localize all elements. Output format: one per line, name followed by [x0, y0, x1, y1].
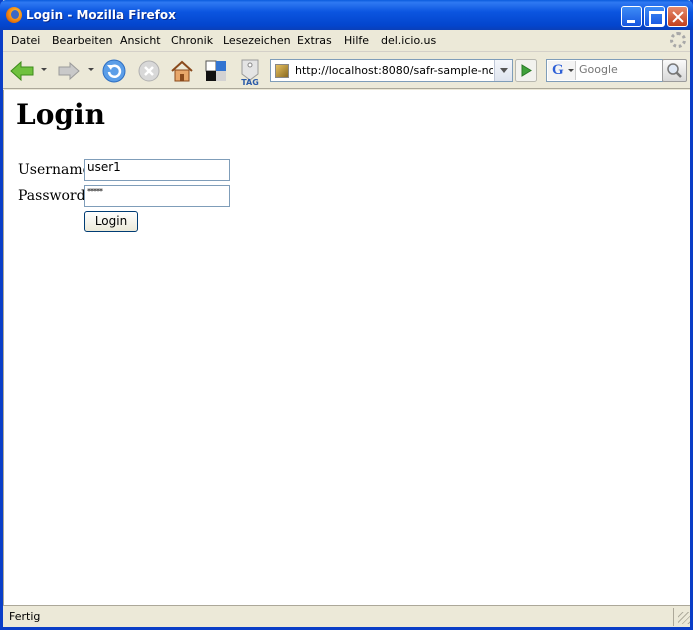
window-title: Login - Mozilla Firefox	[26, 8, 176, 22]
menu-bar: Datei Bearbeiten Ansicht Chronik Lesezei…	[3, 30, 690, 52]
password-label: Password	[18, 188, 86, 204]
back-history-dropdown-icon[interactable]	[41, 68, 47, 71]
resize-grip-icon[interactable]	[678, 612, 690, 624]
forward-icon[interactable]	[57, 59, 81, 83]
menu-lesezeichen[interactable]: Lesezeichen	[223, 34, 291, 47]
tag-icon[interactable]: TAG	[237, 58, 263, 86]
chevron-down-icon	[568, 69, 574, 72]
status-divider	[673, 608, 674, 626]
login-button[interactable]: Login	[84, 211, 138, 232]
menu-datei[interactable]: Datei	[11, 34, 40, 47]
back-icon[interactable]	[9, 58, 35, 84]
delicious-icon[interactable]	[205, 60, 227, 82]
menu-bearbeiten[interactable]: Bearbeiten	[52, 34, 112, 47]
url-bar[interactable]: http://localhost:8080/safr-sample-notebo…	[270, 59, 513, 82]
browser-window: Login - Mozilla Firefox Datei Bearbeiten…	[0, 0, 693, 630]
menu-delicious[interactable]: del.icio.us	[381, 34, 436, 47]
reload-icon[interactable]	[101, 58, 127, 84]
password-field[interactable]: *****	[84, 185, 230, 207]
forward-history-dropdown-icon[interactable]	[88, 68, 94, 71]
navigation-toolbar: TAG http://localhost:8080/safr-sample-no…	[3, 53, 690, 89]
username-field[interactable]: user1	[84, 159, 230, 181]
menu-chronik[interactable]: Chronik	[171, 34, 213, 47]
search-button[interactable]	[662, 59, 687, 82]
menu-extras[interactable]: Extras	[297, 34, 332, 47]
username-label: Username	[18, 162, 91, 178]
throbber-icon	[670, 32, 686, 48]
page-favicon-icon	[275, 64, 289, 78]
url-text[interactable]: http://localhost:8080/safr-sample-notebo…	[295, 64, 493, 78]
search-engine-selector[interactable]: G	[548, 61, 576, 80]
go-icon[interactable]	[515, 59, 537, 82]
home-icon[interactable]	[169, 58, 195, 84]
stop-icon[interactable]	[137, 59, 161, 83]
search-input[interactable]	[579, 63, 659, 76]
page-title: Login	[16, 98, 105, 131]
menu-hilfe[interactable]: Hilfe	[344, 34, 369, 47]
title-bar[interactable]: Login - Mozilla Firefox	[0, 0, 693, 30]
search-bar: G	[546, 59, 663, 82]
magnifier-icon	[667, 63, 682, 78]
tag-label: TAG	[241, 78, 259, 86]
minimize-button[interactable]	[621, 6, 642, 27]
maximize-button[interactable]	[644, 6, 665, 27]
status-text: Fertig	[9, 610, 41, 623]
url-history-dropdown-icon[interactable]	[494, 60, 512, 81]
close-button[interactable]	[667, 6, 688, 27]
status-bar: Fertig	[3, 605, 690, 627]
google-icon: G	[552, 62, 564, 78]
menu-ansicht[interactable]: Ansicht	[120, 34, 161, 47]
firefox-icon	[6, 7, 22, 23]
page-content: Login Username user1 Password ***** Logi…	[3, 90, 690, 605]
